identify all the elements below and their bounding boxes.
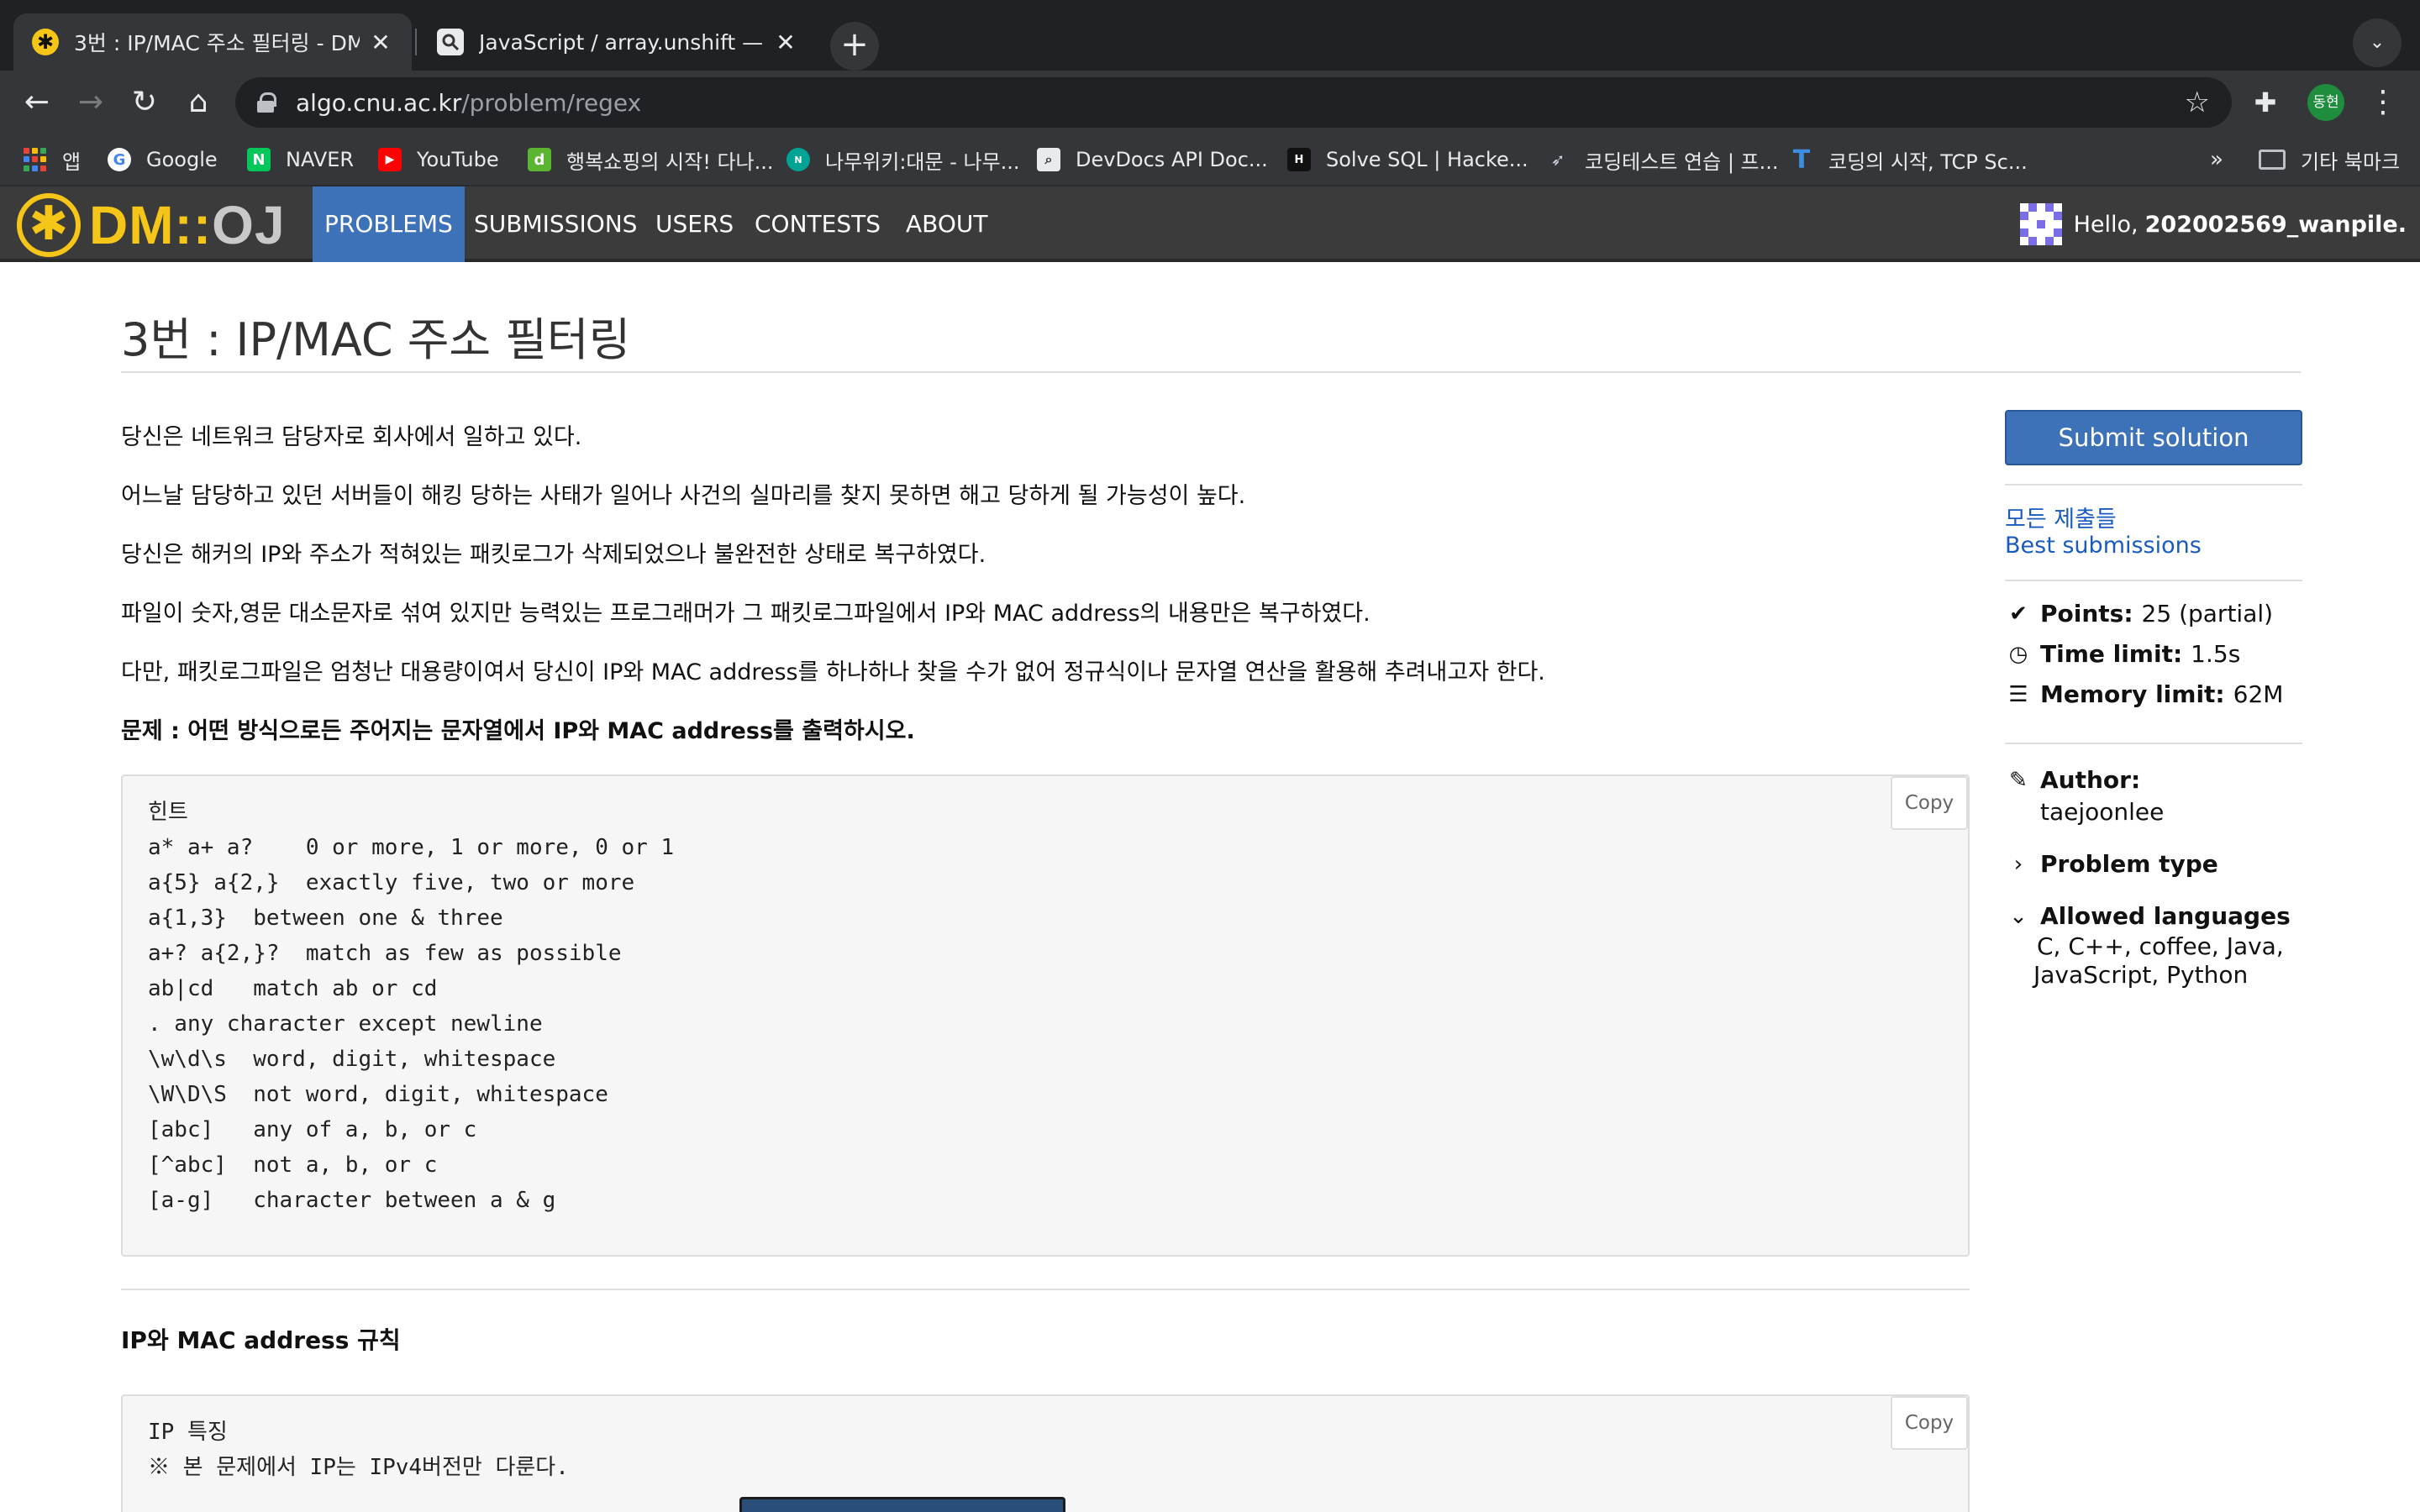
- bookmark-apps[interactable]: 앱: [24, 143, 81, 176]
- check-icon: ✔: [2009, 601, 2028, 627]
- back-arrow-icon[interactable]: ←: [13, 79, 60, 126]
- lock-icon: [257, 92, 276, 113]
- namuwiki-icon: N: [786, 148, 810, 171]
- allowed-languages-list: JavaScript, Python: [2033, 961, 2249, 989]
- bookmark-danawa[interactable]: d 행복쇼핑의 시작! 다나...: [528, 143, 774, 176]
- ip-rules-code-block: IP 특징 ※ 본 문제에서 IP는 IPv4버전만 다룬다. Copy: [121, 1394, 1970, 1512]
- google-icon: G: [108, 148, 131, 171]
- best-submissions-link[interactable]: Best submissions: [2005, 533, 2202, 559]
- nav-contests[interactable]: CONTESTS: [743, 186, 892, 262]
- divider: [121, 1289, 1970, 1290]
- other-bookmarks-folder[interactable]: 기타 북마크: [2259, 143, 2400, 176]
- nav-problems[interactable]: PROBLEMS: [313, 186, 465, 262]
- hint-code: 힌트 a* a+ a? 0 or more, 1 or more, 0 or 1…: [148, 800, 675, 1213]
- reload-icon[interactable]: ↻: [121, 79, 168, 126]
- author-info: ✎ Author:: [2005, 766, 2149, 794]
- copy-button[interactable]: Copy: [1891, 1396, 1968, 1450]
- task-statement: 문제 : 어떤 방식으로든 주어지는 문자열에서 IP와 MAC address…: [121, 718, 915, 744]
- user-greeting[interactable]: Hello, 202002569_wanpile.: [2019, 186, 2407, 262]
- more-bookmarks-chevron-icon[interactable]: »: [2210, 143, 2223, 176]
- ip-rules-code: IP 특징 ※ 본 문제에서 IP는 IPv4버전만 다룬다.: [148, 1420, 569, 1480]
- site-logo[interactable]: ✱ DM::OJ: [17, 193, 286, 257]
- folder-icon: [2259, 150, 2286, 170]
- forward-arrow-icon[interactable]: →: [67, 79, 114, 126]
- floating-window-edge: [739, 1497, 1065, 1512]
- nav-submissions[interactable]: SUBMISSIONS: [462, 186, 649, 262]
- tcpschool-icon: T: [1792, 144, 1811, 175]
- new-tab-button[interactable]: +: [830, 22, 879, 71]
- youtube-icon: ▶: [378, 148, 402, 171]
- danawa-icon: d: [528, 148, 551, 171]
- bookmark-programmers[interactable]: ➶ 코딩테스트 연습 | 프...: [1546, 143, 1779, 176]
- bookmark-star-icon[interactable]: ☆: [2185, 86, 2210, 119]
- home-icon[interactable]: ⌂: [175, 79, 222, 126]
- extensions-puzzle-icon[interactable]: ✚: [2249, 86, 2282, 119]
- hint-code-block: 힌트 a* a+ a? 0 or more, 1 or more, 0 or 1…: [121, 774, 1970, 1257]
- apps-grid-icon: [24, 148, 47, 171]
- more-menu-icon[interactable]: ⋮: [2366, 81, 2400, 124]
- description-paragraph: 당신은 네트워크 담당자로 회사에서 일하고 있다.: [121, 424, 582, 450]
- bookmark-google[interactable]: G Google: [108, 143, 218, 176]
- nav-users[interactable]: USERS: [644, 186, 745, 262]
- dmoj-asterisk-icon: ✱: [17, 193, 81, 257]
- username: 202002569_wanpile.: [2144, 211, 2407, 238]
- tab-title: 3번 : IP/MAC 주소 필터링 - DMOJ: [74, 31, 360, 55]
- time-limit-info: ◷ Time limit: 1.5s: [2005, 640, 2241, 668]
- allowed-languages-toggle[interactable]: ⌄ Allowed languages: [2005, 902, 2299, 930]
- server-icon: ☰: [2008, 681, 2028, 707]
- author-name[interactable]: taejoonlee: [2040, 798, 2164, 827]
- bookmark-hackerrank[interactable]: H Solve SQL | Hacke...: [1287, 143, 1528, 176]
- bookmarks-bar: 앱 G Google N NAVER ▶ YouTube d 행복쇼핑의 시작!…: [0, 134, 2420, 186]
- submit-solution-button[interactable]: Submit solution: [2005, 410, 2302, 465]
- edit-icon: ✎: [2009, 767, 2028, 793]
- problem-page: 3번 : IP/MAC 주소 필터링 당신은 네트워크 담당자로 회사에서 일하…: [0, 262, 2420, 1512]
- site-navbar: ✱ DM::OJ PROBLEMS SUBMISSIONS USERS CONT…: [0, 186, 2420, 262]
- browser-toolbar: ← → ↻ ⌂ algo.cnu.ac.kr/problem/regex ☆ ✚…: [0, 71, 2420, 134]
- all-submissions-link[interactable]: 모든 제출들: [2005, 501, 2117, 533]
- divider: [121, 371, 2301, 373]
- tab-devdocs[interactable]: JavaScript / array.unshift — DevDocs ✕: [418, 13, 817, 71]
- bookmark-namuwiki[interactable]: N 나무위키:대문 - 나무...: [786, 143, 1020, 176]
- tab-divider: [415, 29, 417, 55]
- programmers-icon: ➶: [1550, 150, 1565, 170]
- description-paragraph: 어느날 담당하고 있던 서버들이 해킹 당하는 사태가 일어나 사건의 실마리를…: [121, 483, 1246, 509]
- tab-title: JavaScript / array.unshift — DevDocs: [479, 29, 765, 55]
- allowed-languages-list: C, C++, coffee, Java,: [2037, 932, 2284, 960]
- bookmark-naver[interactable]: N NAVER: [247, 143, 354, 176]
- dmoj-star-icon: ✱: [32, 29, 59, 55]
- bookmark-youtube[interactable]: ▶ YouTube: [378, 143, 499, 176]
- points-info: ✔ Points: 25 (partial): [2005, 600, 2273, 627]
- clock-icon: ◷: [2008, 641, 2028, 667]
- close-icon[interactable]: ✕: [368, 29, 393, 56]
- profile-avatar[interactable]: 동현: [2307, 84, 2344, 121]
- close-icon[interactable]: ✕: [773, 29, 798, 56]
- naver-icon: N: [247, 148, 271, 171]
- copy-button[interactable]: Copy: [1891, 776, 1968, 830]
- user-avatar-icon: [2019, 203, 2062, 245]
- description-paragraph: 파일이 숫자,영문 대소문자로 섞여 있지만 능력있는 프로그래머가 그 패킷로…: [121, 601, 1370, 627]
- bookmark-tcpschool[interactable]: T 코딩의 시작, TCP Sc...: [1790, 143, 2028, 176]
- address-bar[interactable]: algo.cnu.ac.kr/problem/regex ☆: [235, 77, 2232, 128]
- problem-type-toggle[interactable]: › Problem type: [2005, 850, 2227, 878]
- description-paragraph: 당신은 해커의 IP와 주소가 적혀있는 패킷로그가 삭제되었으나 불완전한 상…: [121, 542, 986, 568]
- chevron-right-icon: ›: [2013, 851, 2023, 877]
- tab-strip: ✱ 3번 : IP/MAC 주소 필터링 - DMOJ ✕ JavaScript…: [0, 0, 2420, 71]
- description-paragraph: 다만, 패킷로그파일은 엄청난 대용량이여서 당신이 IP와 MAC addre…: [121, 659, 1545, 685]
- divider: [2005, 743, 2302, 744]
- tab-search-chevron-icon[interactable]: ⌄: [2353, 18, 2402, 67]
- tab-dmoj[interactable]: ✱ 3번 : IP/MAC 주소 필터링 - DMOJ ✕: [13, 13, 412, 71]
- nav-about[interactable]: ABOUT: [894, 186, 1000, 262]
- hackerrank-icon: H: [1287, 148, 1311, 171]
- divider: [2005, 484, 2302, 486]
- problem-description: 당신은 네트워크 담당자로 회사에서 일하고 있다. 어느날 담당하고 있던 서…: [121, 408, 1970, 761]
- page-title: 3번 : IP/MAC 주소 필터링: [121, 313, 631, 366]
- bookmark-devdocs[interactable]: ⌕ DevDocs API Doc...: [1037, 143, 1268, 176]
- devdocs-icon: ⌕: [1037, 148, 1060, 171]
- section-heading: IP와 MAC address 규칙: [121, 1326, 401, 1354]
- chevron-down-icon: ⌄: [2009, 903, 2028, 929]
- url-text: algo.cnu.ac.kr/problem/regex: [296, 88, 642, 117]
- devdocs-search-icon: [437, 29, 464, 55]
- divider: [2005, 580, 2302, 581]
- memory-limit-info: ☰ Memory limit: 62M: [2005, 680, 2283, 708]
